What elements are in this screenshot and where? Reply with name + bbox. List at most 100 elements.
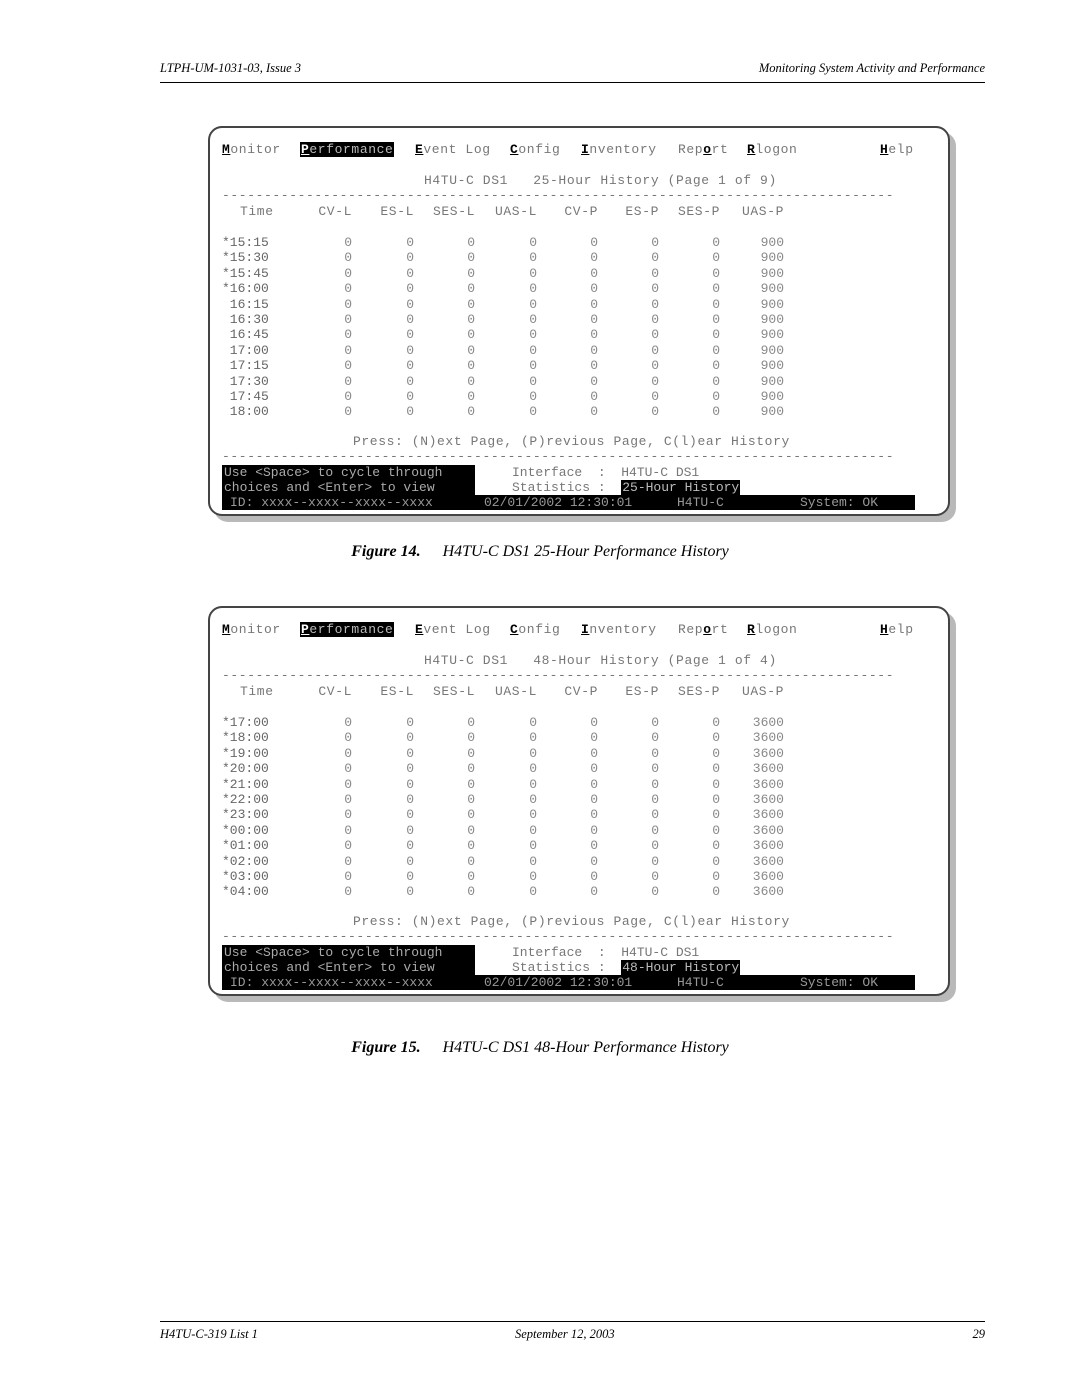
menu-item-inventory[interactable]: Inventory: [581, 622, 657, 637]
menu-item-event-log[interactable]: Event Log: [415, 142, 491, 157]
menu-item-rlogon[interactable]: Rlogon: [747, 142, 797, 157]
cell-es-p: 0: [651, 745, 659, 761]
table-row: *16:00 0 0 0 0 0 0 0 900: [222, 281, 822, 296]
cell-uas-p: 900: [760, 327, 784, 343]
menu-item-inventory[interactable]: Inventory: [581, 142, 657, 157]
table-row: 16:45 0 0 0 0 0 0 0 900: [222, 327, 822, 342]
statistics-value[interactable]: 48-Hour History: [621, 960, 741, 975]
menu-item-performance[interactable]: Performance: [300, 142, 395, 157]
cell-es-p: 0: [651, 792, 659, 807]
cell-ses-l: 0: [467, 358, 475, 374]
menu-item-help[interactable]: Help: [880, 142, 914, 157]
menu-label: onitor: [230, 142, 281, 157]
column-header-es-l: ES-L: [380, 684, 414, 699]
cell-ses-p: 0: [712, 715, 720, 730]
menu-item-help[interactable]: Help: [880, 622, 914, 637]
statistics-label: Statistics :: [512, 480, 622, 495]
menu-item-monitor[interactable]: Monitor: [222, 142, 281, 157]
cell-ses-p: 0: [712, 404, 720, 420]
column-header-uas-p: UAS-P: [741, 204, 784, 219]
cell-uas-l: 0: [529, 730, 537, 746]
cell-ses-l: 0: [467, 838, 475, 854]
cell-cv-p: 0: [590, 792, 598, 807]
cell-uas-l: 0: [529, 807, 537, 823]
cell-time: *22:00: [222, 792, 269, 807]
terminal-screen-25-hour: Monitor Performance Event Log Config Invento…: [208, 126, 950, 516]
cell-es-p: 0: [651, 373, 659, 389]
menu-item-config[interactable]: Config: [510, 622, 560, 637]
interface-value: H4TU-C DS1: [621, 465, 700, 480]
cell-cv-l: 0: [344, 822, 352, 838]
interface-field[interactable]: Interface : H4TU-C DS1: [512, 465, 699, 480]
menu-item-report[interactable]: Report: [678, 622, 728, 637]
separator-bottom: ----------------------------------------…: [222, 929, 895, 944]
cell-ses-p: 0: [712, 265, 720, 281]
table-row: 17:45 0 0 0 0 0 0 0 900: [222, 389, 822, 404]
cell-ses-l: 0: [467, 235, 475, 250]
cell-es-p: 0: [651, 730, 659, 746]
menu-item-monitor[interactable]: Monitor: [222, 622, 281, 637]
cell-es-l: 0: [406, 715, 414, 730]
cell-uas-l: 0: [529, 853, 537, 869]
status-id: ID: xxxx--xxxx--xxxx--xxxx: [230, 495, 433, 510]
menu-item-report[interactable]: Report: [678, 142, 728, 157]
cell-ses-p: 0: [712, 389, 720, 404]
cell-ses-l: 0: [467, 373, 475, 389]
interface-field[interactable]: Interface : H4TU-C DS1: [512, 945, 699, 960]
cell-time: *03:00: [222, 869, 269, 884]
column-header-uas-l: UAS-L: [494, 204, 537, 219]
cell-ses-l: 0: [467, 389, 475, 404]
cell-uas-l: 0: [529, 884, 537, 900]
cell-uas-l: 0: [529, 327, 537, 343]
cell-time: *01:00: [222, 838, 269, 854]
cell-es-l: 0: [406, 296, 414, 312]
statistics-field[interactable]: Statistics : 48-Hour History: [512, 960, 741, 975]
cell-uas-l: 0: [529, 296, 537, 312]
cell-time: *15:30: [222, 250, 269, 266]
caption-text: H4TU-C DS1 25-Hour Performance History: [442, 543, 729, 560]
menu-label: nventory: [589, 142, 657, 157]
cell-es-l: 0: [406, 807, 414, 823]
statistics-value[interactable]: 25-Hour History: [621, 480, 741, 495]
cell-time: *16:00: [222, 281, 269, 297]
table-row: *20:00 0 0 0 0 0 0 0 3600: [222, 761, 822, 776]
cell-ses-l: 0: [467, 404, 475, 420]
status-bar: ID: xxxx--xxxx--xxxx--xxxx 02/01/2002 12…: [222, 975, 915, 990]
cell-time: 17:00: [222, 342, 269, 358]
menu-item-rlogon[interactable]: Rlogon: [747, 622, 797, 637]
cell-time: 18:00: [222, 404, 269, 420]
menu-item-config[interactable]: Config: [510, 142, 560, 157]
status-unit: H4TU-C: [677, 975, 724, 990]
cell-cv-p: 0: [590, 296, 598, 312]
column-header-ses-p: SES-P: [677, 684, 720, 699]
table-row: *01:00 0 0 0 0 0 0 0 3600: [222, 838, 822, 853]
cell-ses-p: 0: [712, 792, 720, 807]
cell-uas-p: 3600: [752, 792, 784, 807]
cell-ses-l: 0: [467, 730, 475, 746]
cell-cv-p: 0: [590, 869, 598, 884]
cell-uas-p: 3600: [752, 776, 784, 792]
table-row: *03:00 0 0 0 0 0 0 0 3600: [222, 869, 822, 884]
page-header: LTPH-UM-1031-03, Issue 3 Monitoring Syst…: [160, 60, 985, 83]
statistics-label: Statistics :: [512, 960, 622, 975]
cell-uas-p: 900: [760, 389, 784, 404]
publish-date: September 12, 2003: [515, 1327, 615, 1341]
table-row: *22:00 0 0 0 0 0 0 0 3600: [222, 792, 822, 807]
table-row: 16:30 0 0 0 0 0 0 0 900: [222, 312, 822, 327]
cell-cv-p: 0: [590, 761, 598, 777]
table-row: *19:00 0 0 0 0 0 0 0 3600: [222, 746, 822, 761]
cell-es-l: 0: [406, 265, 414, 281]
cell-es-p: 0: [651, 389, 659, 404]
menu-label: onfig: [518, 142, 561, 157]
column-header-es-p: ES-P: [625, 204, 659, 219]
menu-item-performance[interactable]: Performance: [300, 622, 395, 637]
cell-cv-l: 0: [344, 250, 352, 266]
cell-cv-l: 0: [344, 358, 352, 374]
cell-time: *17:00: [222, 715, 269, 730]
statistics-field[interactable]: Statistics : 25-Hour History: [512, 480, 741, 495]
cell-cv-p: 0: [590, 281, 598, 297]
menu-item-event-log[interactable]: Event Log: [415, 622, 491, 637]
cell-uas-p: 3600: [752, 884, 784, 900]
cell-uas-p: 3600: [752, 761, 784, 777]
cell-cv-l: 0: [344, 776, 352, 792]
